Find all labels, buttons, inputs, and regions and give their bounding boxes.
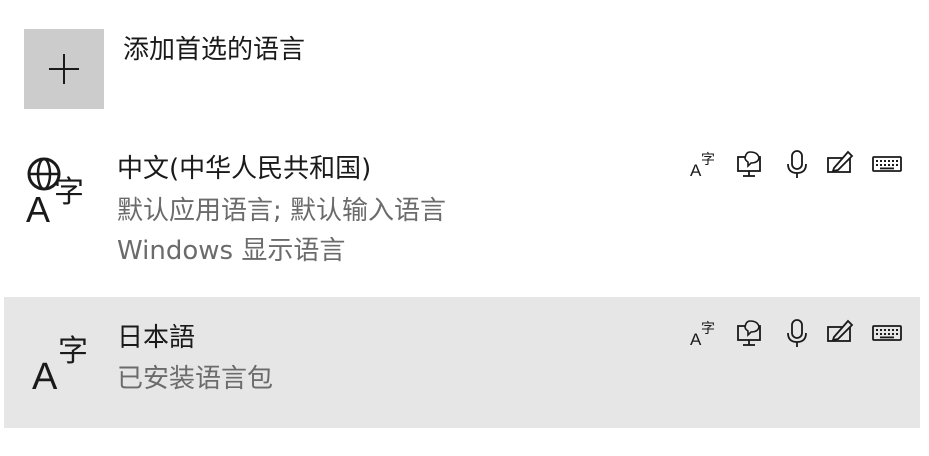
language-status: 默认应用语言; 默认输入语言: [117, 196, 447, 226]
language-features: A 字: [686, 148, 902, 180]
add-language-row: 添加首选的语言: [0, 0, 929, 120]
svg-text:字: 字: [54, 175, 84, 210]
speech-recognition-icon: [736, 317, 766, 349]
globe-language-icon: A 字: [24, 156, 96, 232]
language-display-status: Windows 显示语言: [117, 236, 346, 266]
svg-text:A: A: [32, 356, 58, 397]
language-status: 已安装语言包: [117, 364, 274, 394]
svg-text:字: 字: [701, 152, 715, 168]
svg-text:A: A: [26, 189, 50, 228]
language-name: 日本語: [117, 323, 196, 353]
svg-text:字: 字: [58, 334, 88, 369]
handwriting-icon: [826, 148, 856, 180]
plus-icon: [49, 54, 79, 84]
keyboard-icon: [872, 148, 902, 180]
language-item-ja-jp[interactable]: A 字 日本語 已安装语言包 A 字: [4, 297, 920, 428]
svg-text:字: 字: [701, 321, 715, 337]
speech-recognition-icon: [736, 148, 766, 180]
handwriting-icon: [826, 317, 856, 349]
add-language-button[interactable]: [24, 29, 104, 109]
text-to-speech-icon: A 字: [690, 317, 720, 349]
language-item-zh-cn[interactable]: A 字 中文(中华人民共和国) 默认应用语言; 默认输入语言 Windows 显…: [4, 140, 920, 290]
language-icon: A 字: [24, 325, 96, 401]
microphone-icon: [782, 317, 812, 349]
language-name: 中文(中华人民共和国): [117, 154, 372, 184]
microphone-icon: [782, 148, 812, 180]
language-features: A 字: [686, 317, 902, 349]
text-to-speech-icon: A 字: [690, 148, 720, 180]
keyboard-icon: [872, 317, 902, 349]
add-language-label[interactable]: 添加首选的语言: [123, 32, 305, 68]
